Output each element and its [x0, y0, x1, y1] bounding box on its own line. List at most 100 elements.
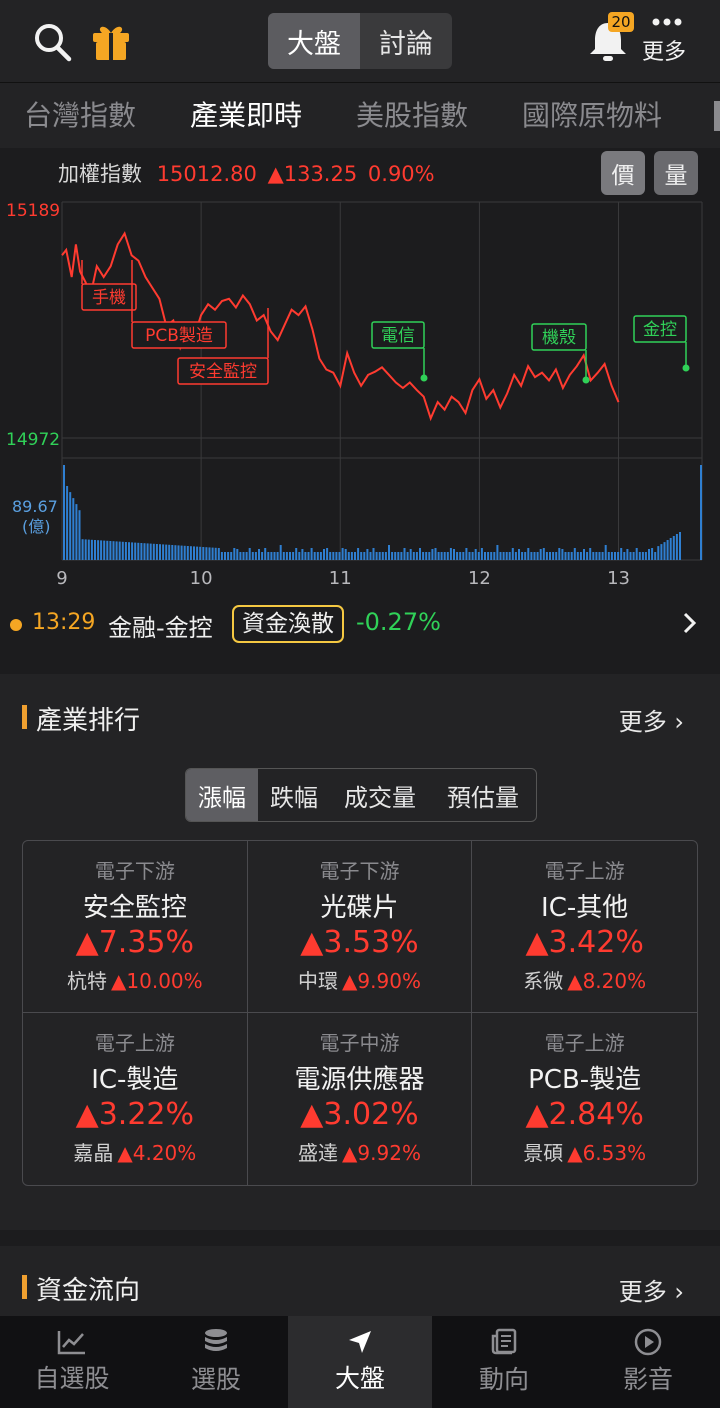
- segment-fall[interactable]: 跌幅: [258, 769, 330, 821]
- volume-bar: [214, 547, 217, 560]
- volume-bar: [378, 552, 381, 560]
- volume-bar: [443, 552, 446, 560]
- chart-annotation[interactable]: 電信: [371, 321, 428, 382]
- volume-bar: [298, 552, 301, 560]
- gift-icon[interactable]: [90, 20, 132, 66]
- volume-bar: [666, 540, 669, 560]
- index-line-chart[interactable]: 15189 14972 89.67 (億) 手機PCB製造安全監控電信 機殼 金控 …: [0, 192, 720, 592]
- volume-bar: [471, 552, 474, 560]
- volume-bar: [425, 552, 428, 560]
- chevron-right-icon[interactable]: [682, 611, 698, 639]
- segment-discussion[interactable]: 討論: [360, 13, 452, 69]
- volume-bar: [137, 542, 140, 560]
- volume-bar: [511, 548, 514, 560]
- volume-bar: [391, 552, 394, 560]
- volume-bar: [592, 552, 595, 560]
- category-tabs: 台灣指數 產業即時 美股指數 國際原物料: [0, 82, 720, 149]
- volume-bar: [449, 548, 452, 560]
- volume-toggle[interactable]: 量: [654, 151, 698, 195]
- nav-screener[interactable]: 選股: [144, 1316, 288, 1408]
- nav-video[interactable]: 影音: [576, 1316, 720, 1408]
- ranking-cell[interactable]: 電子下游 光碟片 ▲3.53% 中環 ▲9.90%: [247, 841, 473, 1013]
- segment-market[interactable]: 大盤: [268, 13, 360, 69]
- volume-bar: [301, 549, 304, 560]
- volume-bar: [87, 539, 90, 560]
- volume-bar: [360, 552, 363, 560]
- segment-est-volume[interactable]: 預估量: [430, 769, 536, 821]
- nav-label: 自選股: [34, 1364, 110, 1393]
- volume-bar: [224, 552, 226, 560]
- volume-bar: [409, 549, 412, 560]
- cell-pct: ▲3.42%: [525, 925, 644, 960]
- volume-bar: [533, 552, 536, 560]
- cell-pct: ▲2.84%: [525, 1097, 644, 1132]
- volume-bar: [381, 552, 384, 560]
- flow-more-link[interactable]: 更多 ›: [619, 1272, 684, 1307]
- index-change: ▲133.25: [267, 162, 358, 186]
- ranking-cell[interactable]: 電子上游 IC-製造 ▲3.22% 嘉晶 ▲4.20%: [23, 1013, 248, 1185]
- volume-bar: [629, 552, 632, 560]
- volume-bar: [641, 552, 644, 560]
- volume-bar: [112, 541, 115, 560]
- chart-annotation[interactable]: PCB製造: [131, 260, 227, 349]
- volume-bar: [394, 552, 397, 560]
- cell-pct: ▲3.02%: [300, 1097, 419, 1132]
- nav-market[interactable]: 大盤: [288, 1316, 432, 1408]
- section-accent-bar: [22, 1275, 27, 1299]
- volume-max-label: 89.67: [12, 497, 58, 516]
- volume-bar: [384, 552, 387, 560]
- y-max-label: 15189: [6, 201, 60, 221]
- volume-bar: [555, 552, 558, 560]
- more-label[interactable]: 更多: [642, 34, 686, 66]
- volume-bar: [171, 545, 174, 560]
- search-icon[interactable]: [34, 22, 72, 66]
- segment-rise[interactable]: 漲幅: [186, 769, 258, 821]
- volume-bar: [199, 546, 202, 560]
- volume-bar: [539, 549, 542, 560]
- volume-bar: [579, 552, 582, 560]
- volume-bar: [279, 545, 282, 560]
- volume-bar: [453, 549, 455, 560]
- volume-bar: [369, 552, 372, 560]
- volume-bar: [254, 552, 257, 560]
- ranking-cell[interactable]: 電子上游 IC-其他 ▲3.42% 系微 ▲8.20%: [472, 841, 697, 1013]
- volume-bar: [264, 548, 267, 560]
- volume-bar: [428, 552, 431, 560]
- volume-bar: [270, 552, 273, 560]
- volume-bar: [459, 552, 462, 560]
- volume-bar: [610, 552, 613, 560]
- ranking-cell[interactable]: 電子下游 安全監控 ▲7.35% 杭特 ▲10.00%: [23, 841, 248, 1013]
- volume-bar: [236, 549, 239, 560]
- volume-bar: [648, 549, 650, 560]
- tab-industry-realtime[interactable]: 產業即時: [190, 83, 302, 149]
- tab-us-index[interactable]: 美股指數: [356, 83, 468, 149]
- volume-bar: [202, 547, 205, 560]
- more-dots-icon[interactable]: [650, 14, 684, 33]
- cell-industry-name: 安全監控: [82, 893, 187, 923]
- volume-bar: [118, 541, 121, 560]
- volume-bar: [623, 552, 626, 560]
- ranking-cell[interactable]: 電子上游 PCB-製造 ▲2.84% 景碩 ▲6.53%: [472, 1013, 697, 1185]
- volume-bar: [347, 552, 350, 560]
- volume-bar: [183, 545, 186, 560]
- sector-status-row[interactable]: 13:29 金融-金控 資金渙散 -0.27%: [0, 598, 720, 652]
- status-time: 13:29: [32, 610, 96, 635]
- volume-bar: [155, 544, 158, 560]
- price-toggle[interactable]: 價: [601, 151, 645, 195]
- volume-bar: [570, 552, 573, 560]
- ranking-cell[interactable]: 電子中游 電源供應器 ▲3.02% 盛達 ▲9.92%: [248, 1013, 473, 1185]
- volume-bar: [230, 552, 233, 560]
- x-tick-label: 10: [190, 568, 213, 589]
- x-tick-label: 12: [468, 568, 491, 589]
- volume-bar: [465, 548, 468, 560]
- ranking-more-link[interactable]: 更多 ›: [619, 702, 684, 737]
- segment-volume[interactable]: 成交量: [330, 769, 430, 821]
- tab-commodities[interactable]: 國際原物料: [522, 83, 662, 149]
- volume-bar: [487, 552, 490, 560]
- nav-watchlist[interactable]: 自選股: [0, 1316, 144, 1408]
- tab-taiwan-index[interactable]: 台灣指數: [24, 83, 136, 149]
- chart-annotation[interactable]: 金控: [633, 315, 690, 372]
- volume-bar: [638, 552, 641, 560]
- volume-bar: [527, 548, 530, 560]
- nav-news[interactable]: 動向: [432, 1316, 576, 1408]
